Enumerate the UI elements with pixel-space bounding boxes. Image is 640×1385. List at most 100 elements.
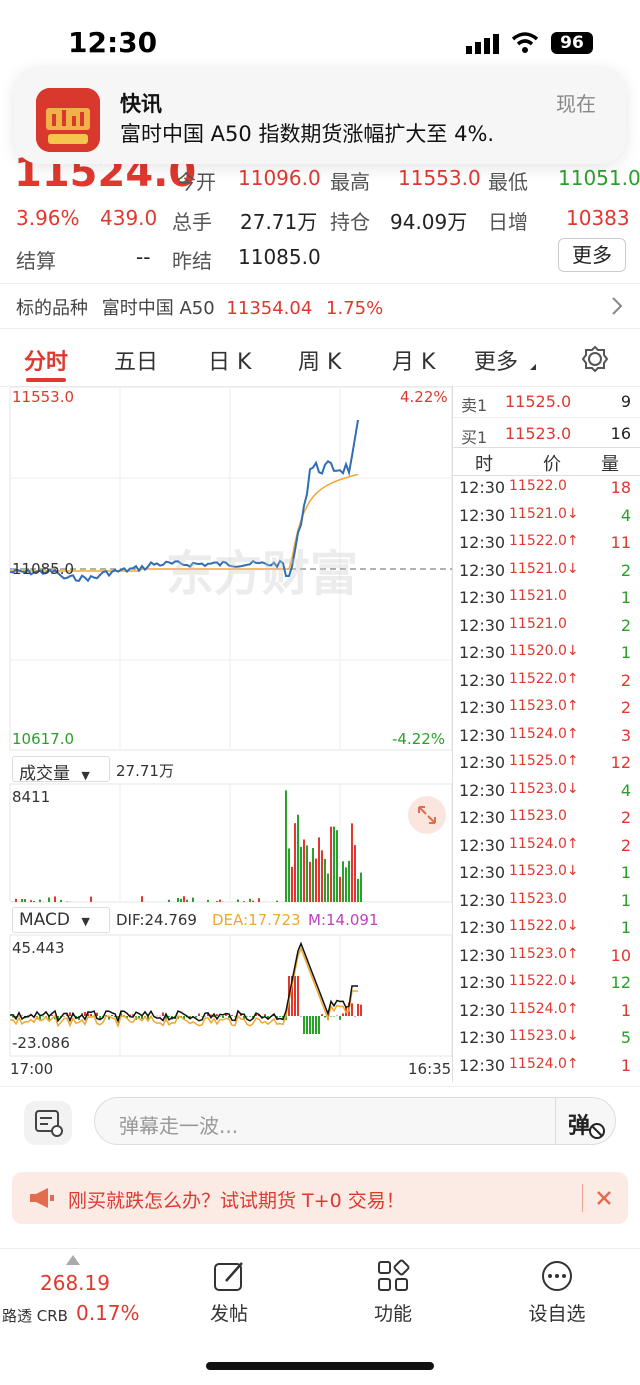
low-label: 最低: [488, 170, 528, 194]
expand-chart-button[interactable]: [408, 796, 446, 834]
tick-time: 12:30: [459, 835, 506, 855]
volume-bar: [321, 850, 323, 902]
volume-bar: [300, 846, 302, 902]
tick-row: 12:30 11521.0 1: [459, 588, 637, 615]
axis-top-pct: 4.22%: [400, 388, 448, 406]
underlying-price: 11354.04: [226, 298, 313, 319]
macd-bar: [264, 1014, 266, 1016]
tick-row: 12:30 11521.0↓ 2: [459, 561, 637, 588]
tick-volume: 1: [620, 890, 631, 910]
volume-bar: [360, 872, 362, 902]
settle-label: 结算: [16, 249, 56, 273]
status-bar: 12:30 96: [0, 0, 640, 60]
tick-price: 11522.0↓: [509, 918, 579, 934]
crb-index-widget[interactable]: 268.19 路透 CRB 0.17%: [0, 1253, 150, 1333]
nav-post-label: 发帖: [209, 1303, 248, 1325]
tab-monthly-k[interactable]: 月 K: [392, 344, 435, 376]
nav-function[interactable]: 功能: [338, 1259, 448, 1326]
macd-bar: [324, 1016, 326, 1018]
more-button[interactable]: 更多: [558, 238, 626, 272]
volume-indicator-dropdown[interactable]: 成交量 ▼: [12, 756, 110, 784]
macd-bar: [297, 976, 299, 1016]
tab-intraday[interactable]: 分时: [24, 344, 68, 376]
volume-bar: [249, 898, 251, 902]
macd-bar: [63, 1016, 65, 1017]
volume-bar: [336, 830, 338, 902]
tick-volume: 1: [620, 918, 631, 937]
megaphone-icon: [30, 1188, 54, 1208]
volume-bar: [141, 896, 143, 902]
volume-bar: [306, 845, 308, 902]
promo-banner[interactable]: 刚买就跌怎么办？试试期货 T+0 交易！: [12, 1172, 628, 1224]
more-dots-icon: [542, 1261, 572, 1291]
volume-bar: [186, 899, 188, 902]
home-indicator: [206, 1362, 434, 1370]
tick-row: 12:30 11524.0↑ 3: [459, 726, 637, 753]
low-value: 11051.0: [558, 166, 640, 190]
intraday-chart[interactable]: 东方财富 11553.0 4.22% 11085.0 10617.0 -4.22…: [0, 386, 455, 1082]
tab-weekly-k[interactable]: 周 K: [298, 344, 341, 376]
tab-five-day[interactable]: 五日: [114, 344, 158, 376]
notification-banner[interactable]: 快讯 现在 富时中国 A50 指数期货涨幅扩大至 4%.: [14, 66, 626, 164]
nav-add-watchlist[interactable]: 设自选: [502, 1259, 612, 1326]
macd-bar: [303, 1016, 305, 1034]
tick-volume: 11: [610, 533, 631, 552]
crb-pct: 0.17%: [76, 1301, 140, 1325]
chart-tabs: 分时 五日 日 K 周 K 月 K 更多: [0, 336, 640, 386]
tick-volume: 18: [610, 478, 631, 497]
axis-bottom-price: 10617.0: [12, 730, 75, 748]
tick-time: 12:30: [459, 533, 506, 552]
danmaku-settings-button[interactable]: [24, 1101, 72, 1145]
tick-time: 12:30: [459, 588, 506, 607]
tick-time: 12:30: [459, 918, 506, 937]
tick-panel[interactable]: 卖1 11525.0 9 买1 11523.0 16 时 价 量 12:30 11…: [452, 386, 640, 1082]
high-label: 最高: [330, 170, 370, 194]
tick-time: 12:30: [459, 808, 506, 827]
tick-price: 11524.0↑: [509, 1055, 579, 1072]
macd-indicator-dropdown[interactable]: MACD ▼: [12, 907, 110, 933]
tick-row: 12:30 11523.0↑ 10: [459, 946, 637, 973]
tick-price: 11521.0↓: [509, 505, 579, 522]
tick-volume: 2: [620, 698, 631, 717]
volume-bar: [309, 861, 311, 902]
volume-panel-frame: [9, 783, 453, 903]
volume-bar: [183, 896, 185, 902]
divider: [0, 283, 640, 284]
tick-price: 11524.0↑: [509, 725, 579, 742]
tick-row: 12:30 11524.0↑ 1: [459, 1001, 637, 1028]
tick-row: 12:30 11522.0 18: [459, 478, 637, 505]
tick-time: 12:30: [459, 1055, 506, 1075]
prev-settle-value: 11085.0: [238, 245, 321, 269]
daily-inc-label: 日增: [488, 210, 528, 234]
tab-more[interactable]: 更多: [474, 344, 518, 376]
tick-time: 12:30: [459, 643, 506, 662]
volume-bar: [345, 867, 347, 902]
tick-row: 12:30 11524.0↑ 1: [459, 1056, 637, 1083]
volume-bar: [291, 866, 293, 902]
danmaku-input[interactable]: 弹幕走一波... 弹: [94, 1097, 616, 1145]
tick-price: 11522.0↑: [509, 670, 579, 687]
tick-row: 12:30 11523.0↓ 4: [459, 781, 637, 808]
tick-volume: 2: [620, 670, 631, 690]
volume-bar: [21, 899, 23, 902]
macd-bar: [51, 1015, 53, 1016]
underlying-row[interactable]: 标的品种 富时中国 A50 11354.04 1.75%: [16, 294, 383, 320]
watermark: 东方财富: [166, 546, 359, 602]
oi-value: 94.09万: [390, 210, 468, 234]
chevron-right-icon[interactable]: [610, 296, 624, 316]
tab-daily-k[interactable]: 日 K: [208, 344, 251, 376]
tick-time: 12:30: [459, 505, 506, 525]
volume-bar: [318, 837, 320, 902]
tick-price: 11521.0↓: [509, 560, 579, 577]
edit-icon: [214, 1262, 243, 1291]
volume-bar: [348, 860, 350, 902]
danmaku-toggle-button[interactable]: 弹: [555, 1098, 615, 1144]
tick-row: 12:30 11522.0↑ 2: [459, 671, 637, 698]
volume-value: 27.71万: [240, 210, 318, 234]
nav-post[interactable]: 发帖: [174, 1259, 284, 1326]
macd-bar: [333, 1016, 335, 1017]
settings-gear-icon[interactable]: [580, 344, 610, 374]
tick-row: 12:30 11523.0↓ 5: [459, 1028, 637, 1055]
close-icon[interactable]: [594, 1188, 614, 1208]
settle-value: --: [136, 245, 151, 269]
